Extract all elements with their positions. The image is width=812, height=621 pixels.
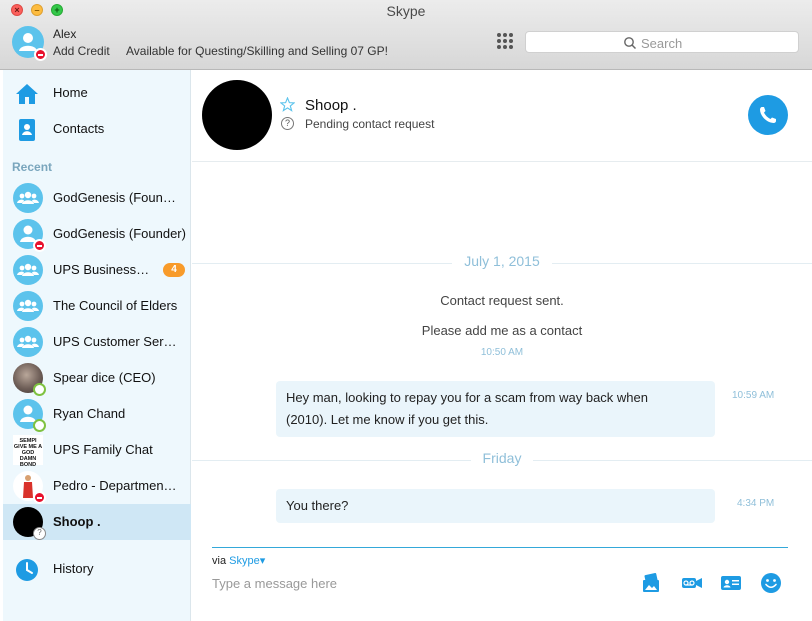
group-avatar	[13, 291, 43, 321]
photo-avatar	[13, 363, 46, 396]
sidebar-item-label: Home	[53, 85, 88, 100]
recent-section-label: Recent	[12, 160, 53, 174]
contact-list-item[interactable]: Pedro - Departmen…	[3, 468, 191, 504]
call-button[interactable]	[748, 95, 788, 135]
date-separator: July 1, 2015	[192, 253, 812, 273]
system-message: Please add me as a contact	[421, 323, 583, 338]
contact-list-item[interactable]: Ryan Chand	[3, 396, 191, 432]
profile-name[interactable]: Alex	[53, 27, 76, 41]
contact-name: Pedro - Departmen…	[53, 478, 177, 493]
avatar-text: SEMPI GIVE ME A GOD DAMN BOND	[13, 435, 43, 468]
dnd-status-icon	[33, 239, 46, 252]
contact-name: GodGenesis (Foun…	[53, 190, 176, 205]
home-icon	[16, 84, 38, 104]
chevron-down-icon: ▾	[259, 555, 266, 567]
text-avatar: SEMPI GIVE ME A GOD DAMN BOND	[13, 435, 43, 468]
contact-list-item[interactable]: Spear dice (CEO)	[3, 360, 191, 396]
sidebar-item-home[interactable]: Home	[3, 76, 191, 110]
contact-list-item[interactable]: The Council of Elders	[3, 288, 191, 324]
conversation-panel: Shoop . ? Pending contact request July 1…	[192, 70, 812, 621]
title-bar: × – + Skype Alex Add Credit Available fo…	[0, 0, 812, 70]
group-avatar	[13, 327, 43, 357]
person-avatar	[13, 399, 46, 432]
via-prefix: via	[212, 555, 227, 567]
search-placeholder: Search	[641, 36, 683, 51]
online-status-icon	[33, 383, 46, 396]
contact-avatar[interactable]	[202, 80, 272, 150]
date-label: Friday	[470, 450, 534, 466]
contact-name: Ryan Chand	[53, 406, 126, 421]
dnd-status-icon	[34, 48, 47, 61]
via-selector[interactable]: via Skype▾	[212, 554, 265, 567]
mood-message[interactable]: Available for Questing/Skilling and Sell…	[126, 44, 388, 58]
contact-name: UPS Family Chat	[53, 442, 153, 457]
contact-list-item[interactable]: UPS Business… 4	[3, 252, 191, 288]
search-input[interactable]: Search	[525, 31, 799, 53]
group-avatar	[13, 255, 43, 285]
unread-badge: 4	[163, 263, 185, 277]
clock-icon	[16, 559, 38, 581]
profile-avatar[interactable]	[12, 26, 47, 61]
send-contacts-icon[interactable]	[720, 572, 742, 594]
contact-status: Pending contact request	[305, 117, 435, 131]
group-icon	[17, 191, 39, 204]
message-bubble[interactable]: You there?	[276, 489, 715, 523]
skype-window: × – + Skype Alex Add Credit Available fo…	[0, 0, 812, 621]
photo-avatar	[13, 471, 46, 504]
pending-status-icon: ?	[33, 527, 46, 540]
message-text: Hey man, looking to repay you for a scam…	[286, 390, 648, 405]
message-input[interactable]: Type a message here	[212, 576, 337, 591]
message-text: You there?	[286, 498, 349, 513]
sidebar-item-contacts[interactable]: Contacts	[3, 112, 191, 146]
group-icon	[17, 299, 39, 312]
date-separator: Friday	[192, 450, 812, 470]
contact-name: Shoop .	[53, 514, 101, 529]
conversation-title: Shoop .	[305, 97, 357, 114]
favorite-star-icon[interactable]	[280, 97, 295, 112]
window-title: Skype	[386, 3, 426, 19]
black-avatar: ?	[13, 507, 46, 540]
video-message-icon[interactable]	[681, 572, 703, 594]
message-bubble[interactable]: Hey man, looking to repay you for a scam…	[276, 381, 715, 437]
group-avatar	[13, 183, 43, 213]
add-credit-link[interactable]: Add Credit	[53, 44, 110, 58]
contact-name: UPS Business…	[53, 262, 150, 277]
search-icon	[624, 37, 637, 50]
contact-list-item-selected[interactable]: ? Shoop .	[3, 504, 191, 540]
pending-question-icon: ?	[281, 117, 294, 130]
contact-name: GodGenesis (Founder)	[53, 226, 186, 241]
via-service: Skype	[229, 555, 260, 567]
contact-name: Spear dice (CEO)	[53, 370, 156, 385]
online-status-icon	[33, 419, 46, 432]
contact-name: UPS Customer Ser…	[53, 334, 177, 349]
send-file-icon[interactable]	[640, 572, 662, 594]
composer-divider	[212, 547, 788, 548]
sidebar-item-history[interactable]: History	[3, 552, 191, 586]
sidebar: Home Contacts Recent GodGenesis (Foun… G…	[3, 70, 191, 621]
phone-icon	[760, 107, 776, 123]
date-label: July 1, 2015	[452, 253, 552, 269]
sidebar-item-label: Contacts	[53, 121, 105, 136]
message-time: 10:59 AM	[732, 390, 775, 401]
emoticon-icon[interactable]	[760, 572, 782, 594]
message-time: 4:34 PM	[737, 498, 775, 509]
message-text: (2010). Let me know if you get this.	[286, 412, 489, 427]
system-message: Contact request sent.	[440, 293, 564, 308]
contact-list-item[interactable]: SEMPI GIVE ME A GOD DAMN BOND UPS Family…	[3, 432, 191, 468]
contact-list-item[interactable]: GodGenesis (Founder)	[3, 216, 191, 252]
contact-name: The Council of Elders	[53, 298, 178, 313]
sidebar-item-label: History	[53, 561, 94, 576]
system-message-time: 10:50 AM	[480, 347, 524, 358]
person-avatar	[13, 219, 46, 252]
dnd-status-icon	[33, 491, 46, 504]
contacts-icon	[19, 119, 35, 141]
contact-list-item[interactable]: GodGenesis (Foun…	[3, 180, 191, 216]
group-icon	[17, 335, 39, 348]
conversation-header: Shoop . ? Pending contact request	[192, 70, 812, 162]
dialpad-icon[interactable]	[497, 33, 513, 49]
contact-list-item[interactable]: UPS Customer Ser…	[3, 324, 191, 360]
group-icon	[17, 263, 39, 276]
